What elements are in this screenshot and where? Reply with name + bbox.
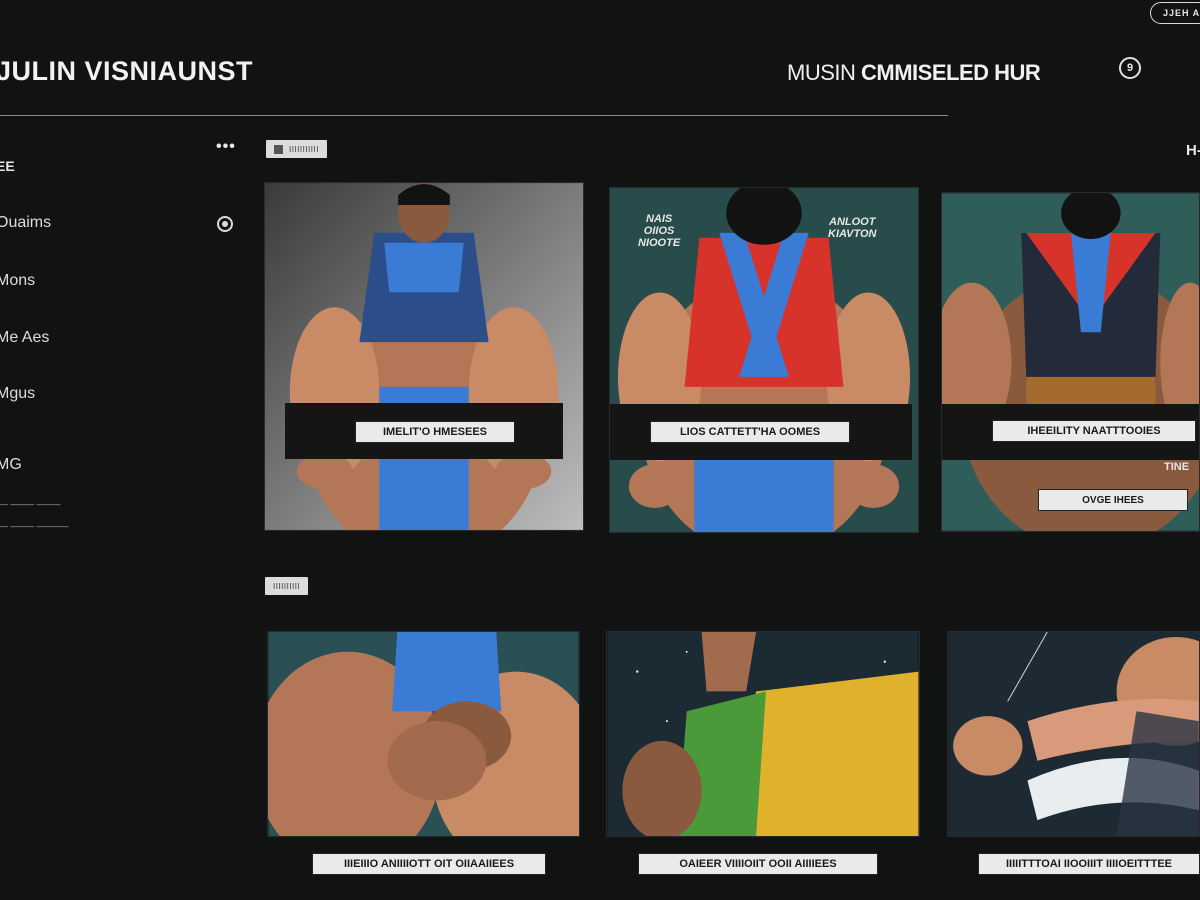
header-divider [0,115,948,116]
card-illustration-3 [942,193,1199,531]
sidebar-heading: EE [0,158,15,174]
sidebar-item-5[interactable]: MG [0,456,22,474]
gallery-card-4[interactable] [267,631,580,837]
card-illustration-5 [607,632,919,836]
card-subcaption: OVGE IHEES [1038,489,1188,511]
sidebar: EE ••• Ouaims Mons Me Aes Mgus MG — ——— … [0,130,250,900]
row1-chip-label: IIIIIIIIIII [289,144,319,154]
card-illustration-6 [948,632,1199,836]
row1-filter-chip[interactable]: IIIIIIIIIII [266,140,327,158]
row2-filter-chip[interactable]: IIIIIIIIII [265,577,309,595]
card-caption: IIIEIIIO ANIIIIOTT OIT OIIAAIIEES [312,853,546,875]
sidebar-item-1[interactable]: Ouaims [0,214,51,232]
app-title: JULIN VISNIAUNST [0,56,254,86]
row2-chip-label: IIIIIIIIII [273,581,301,591]
card-caption: IMELIT'O HMESEES [355,421,515,443]
card-caption: IHEEILITY NAATTTOOIES [992,420,1196,442]
panel-tag-right: ANLOOT KIAVTON [828,216,877,240]
panel-side-tag: TINE [1164,461,1190,473]
more-options-icon[interactable]: ••• [216,138,236,156]
sidebar-item-3[interactable]: Me Aes [0,329,49,347]
card-caption: LIOS CATTETT'HA OOMES [650,421,850,443]
section-title-light: MUSIN [787,60,856,85]
radio-icon[interactable] [217,216,233,232]
sidebar-small-link-2[interactable]: — ——— ———— [0,522,68,531]
card-caption: OAIEER VIIIIOIIT OOII AIIIIEES [638,853,878,875]
chip-square-icon [274,144,283,154]
sidebar-small-link-1[interactable]: — ——— ——— [0,500,60,509]
top-right-pill-button[interactable]: JJEH AE [1150,2,1200,24]
panel-tag-left: NAIS OIIOS NIOOTE [638,213,681,249]
gallery-card-3[interactable]: IHEEILITY NAATTTOOIES TINE OVGE IHEES [941,192,1200,532]
account-icon[interactable]: 9 [1119,57,1141,79]
section-title-bold: CMMISELED HUR [861,60,1041,85]
card-illustration-1 [265,183,583,530]
gallery-card-1[interactable]: IMELIT'O HMESEES [264,182,584,531]
sidebar-item-4[interactable]: Mgus [0,385,35,403]
gallery-card-2[interactable]: NAIS OIIOS NIOOTE ANLOOT KIAVTON LIOS CATTE… [609,187,919,533]
section-title: MUSIN CMMISELED HUR [787,60,1041,86]
card-caption: IIIIITTTOAI IIOOIIIT IIIIOEITTTEE [978,853,1200,875]
row1-right-hint[interactable]: H- [1186,142,1200,159]
gallery-card-5[interactable] [606,631,920,837]
gallery-card-6[interactable] [947,631,1200,837]
card-illustration-4 [268,632,579,836]
sidebar-item-2[interactable]: Mons [0,272,35,290]
